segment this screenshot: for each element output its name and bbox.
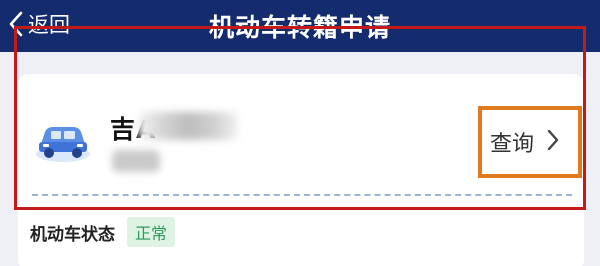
chevron-right-icon — [534, 128, 560, 156]
owner-info-redaction — [112, 150, 160, 172]
header-bar: 返回 机动车转籍申请 — [0, 0, 600, 52]
screen: 返回 机动车转籍申请 吉A 查询 机动车状态 正常 — [0, 0, 600, 266]
status-badge: 正常 — [127, 217, 176, 247]
divider — [32, 194, 572, 196]
query-button[interactable]: 查询 — [478, 106, 582, 178]
query-label: 查询 — [490, 132, 535, 157]
status-label: 机动车状态 — [30, 224, 115, 245]
vehicle-status-row: 机动车状态 正常 — [30, 217, 176, 247]
page-title: 机动车转籍申请 — [208, 13, 391, 42]
plate-number-redaction — [138, 112, 238, 140]
car-icon — [33, 112, 93, 164]
